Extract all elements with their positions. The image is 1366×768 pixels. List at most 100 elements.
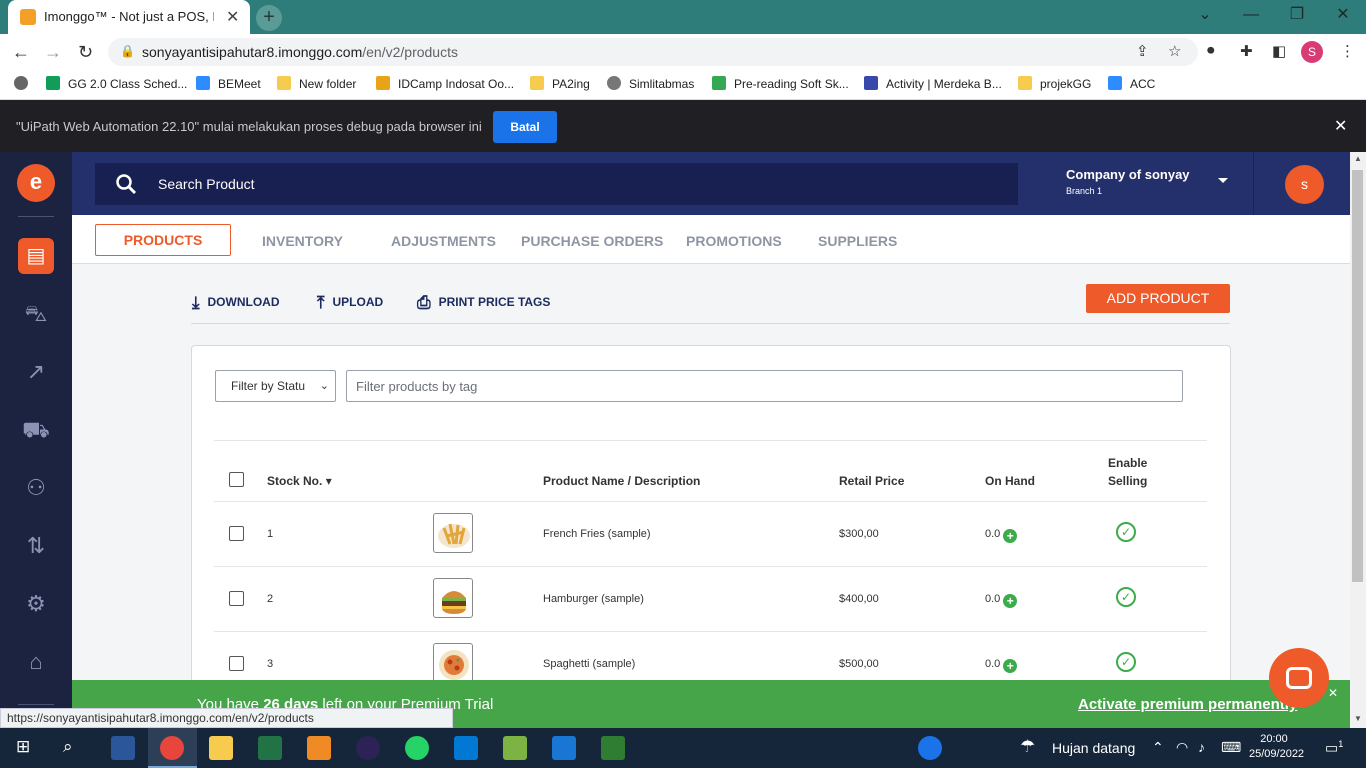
bookmark-item[interactable]: GG 2.0 Class Sched... [46, 76, 187, 94]
bookmark-item[interactable]: Pre-reading Soft Sk... [712, 76, 849, 94]
uipath-icon[interactable] [601, 736, 625, 760]
reload-icon[interactable]: ↻ [78, 42, 93, 63]
tab-purchase-orders[interactable]: PURCHASE ORDERS [521, 233, 663, 249]
store-icon[interactable]: ⌂ [22, 648, 50, 676]
browser-tab[interactable]: Imonggo™ - Not just a POS, It's t ✕ [8, 0, 250, 34]
trending-up-icon[interactable]: ↗ [22, 358, 50, 386]
chevron-up-icon[interactable]: ⌃ [1152, 739, 1164, 756]
scroll-down-icon[interactable]: ▼ [1354, 714, 1362, 723]
extensions-puzzle-icon[interactable]: ✚ [1240, 42, 1253, 60]
products-clipboard-icon[interactable]: ▤ [18, 238, 54, 274]
add-stock-icon[interactable]: + [1003, 659, 1018, 673]
xampp-icon[interactable] [307, 736, 331, 760]
bookmark-item[interactable]: Activity | Merdeka B... [864, 76, 1002, 94]
notification-icon[interactable]: ▭1 [1325, 739, 1343, 757]
tab-search-icon[interactable]: ⌄ [1182, 0, 1228, 30]
activate-premium-link[interactable]: Activate premium permanently [1078, 696, 1297, 713]
add-stock-icon[interactable]: + [1003, 529, 1018, 543]
search-icon[interactable]: ⌕ [63, 737, 73, 757]
apps-icon[interactable] [14, 76, 36, 94]
excel-icon[interactable] [258, 736, 282, 760]
file-explorer-icon[interactable] [209, 736, 233, 760]
select-all-checkbox[interactable] [229, 472, 244, 487]
wifi-icon[interactable]: ◠ [1176, 739, 1188, 756]
enabled-check-icon[interactable]: ✓ [1116, 522, 1136, 542]
chrome-taskbar-item[interactable] [148, 728, 197, 768]
vscode-icon[interactable] [454, 736, 478, 760]
app-icon[interactable] [552, 736, 576, 760]
profile-avatar[interactable]: S [1301, 41, 1323, 63]
tab-suppliers[interactable]: SUPPLIERS [818, 233, 897, 249]
volume-icon[interactable]: ♪ [1198, 739, 1205, 755]
bookmark-item[interactable]: ACC [1108, 76, 1155, 94]
avatar[interactable]: s [1285, 165, 1324, 204]
tab-products[interactable]: PRODUCTS [95, 224, 231, 256]
share-icon[interactable]: ⇪ [1136, 42, 1149, 60]
tab-inventory[interactable]: INVENTORY [262, 233, 343, 249]
chat-support-button[interactable] [1269, 648, 1329, 708]
product-name-cell[interactable]: Hamburger (sample) [543, 593, 644, 605]
people-icon[interactable]: ⚇ [22, 474, 50, 502]
add-product-button[interactable]: ADD PRODUCT [1086, 284, 1230, 313]
bookmark-star-icon[interactable]: ☆ [1168, 42, 1181, 60]
print-price-tags-button[interactable]: ⎙ PRINT PRICE TAGS [417, 293, 550, 313]
minimize-button[interactable]: — [1228, 0, 1274, 30]
product-name-cell[interactable]: Spaghetti (sample) [543, 658, 635, 670]
address-bar[interactable]: 🔒 sonyayantisipahutar8.imonggo.com/en/v2… [108, 38, 1198, 66]
bookmark-item[interactable]: PA2ing [530, 76, 590, 94]
forward-arrow-icon[interactable]: → [44, 42, 62, 63]
eclipse-icon[interactable] [356, 736, 380, 760]
bookmark-item[interactable]: BEMeet [196, 76, 261, 94]
screencast-icon[interactable]: ⏺ [1207, 42, 1215, 59]
back-arrow-icon[interactable]: ← [12, 42, 30, 63]
gear-icon[interactable]: ⚙ [22, 590, 50, 618]
row-checkbox[interactable] [229, 591, 244, 606]
restore-button[interactable]: ❐ [1274, 0, 1320, 30]
whatsapp-icon[interactable] [405, 736, 429, 760]
windows-start-icon[interactable]: ⊞ [16, 737, 30, 757]
tab-promotions[interactable]: PROMOTIONS [686, 233, 782, 249]
imonggo-logo-icon[interactable]: e [17, 164, 55, 202]
chevron-down-icon[interactable] [1218, 178, 1228, 183]
bookmark-item[interactable]: New folder [277, 76, 356, 94]
close-icon[interactable]: ✕ [1334, 116, 1347, 136]
tab-adjustments[interactable]: ADJUSTMENTS [391, 233, 496, 249]
add-stock-icon[interactable]: + [1003, 594, 1018, 608]
weather-text[interactable]: Hujan datang [1052, 740, 1135, 756]
product-thumbnail[interactable] [433, 513, 473, 553]
cart-icon[interactable]: ⛟ [22, 416, 50, 444]
product-name-cell[interactable]: French Fries (sample) [543, 528, 651, 540]
close-icon[interactable]: ✕ [1328, 686, 1338, 700]
product-thumbnail[interactable] [433, 643, 473, 683]
company-name[interactable]: Company of sonyay [1066, 167, 1190, 182]
column-stock-no[interactable]: Stock No. ▾ [267, 474, 332, 488]
word-icon[interactable] [111, 736, 135, 760]
bookmark-item[interactable]: projekGG [1018, 76, 1091, 94]
basket-icon[interactable]: ⛍ [22, 300, 50, 328]
bookmark-item[interactable]: IDCamp Indosat Oo... [376, 76, 514, 94]
download-button[interactable]: ⤓ DOWNLOAD [192, 293, 280, 313]
enabled-check-icon[interactable]: ✓ [1116, 652, 1136, 672]
cancel-debug-button[interactable]: Batal [493, 111, 557, 143]
keyboard-icon[interactable]: ⌨ [1221, 739, 1241, 756]
scroll-up-icon[interactable]: ▲ [1354, 154, 1362, 163]
tag-filter-input[interactable]: Filter products by tag [346, 370, 1183, 402]
window-close-button[interactable]: ✕ [1320, 0, 1366, 30]
new-tab-button[interactable]: + [256, 5, 282, 31]
side-panel-icon[interactable]: ◧ [1272, 42, 1286, 60]
upload-button[interactable]: ⤒ UPLOAD [317, 293, 383, 313]
bookmark-item[interactable]: Simlitabmas [607, 76, 694, 94]
enabled-check-icon[interactable]: ✓ [1116, 587, 1136, 607]
scrollbar-thumb[interactable] [1352, 170, 1363, 582]
transfer-arrows-icon[interactable]: ⇅ [22, 532, 50, 560]
menu-kebab-icon[interactable]: ⋮ [1340, 42, 1355, 60]
product-search-input[interactable]: Search Product [95, 163, 1018, 205]
clock[interactable]: 20:00 25/09/2022 [1249, 732, 1304, 762]
app-icon[interactable] [503, 736, 527, 760]
page-scrollbar[interactable]: ▲ ▼ [1350, 152, 1366, 728]
row-checkbox[interactable] [229, 526, 244, 541]
status-filter-select[interactable]: Filter by Statu ⌄ [215, 370, 336, 402]
row-checkbox[interactable] [229, 656, 244, 671]
help-icon[interactable] [918, 736, 942, 760]
tab-close-icon[interactable]: ✕ [226, 7, 239, 27]
